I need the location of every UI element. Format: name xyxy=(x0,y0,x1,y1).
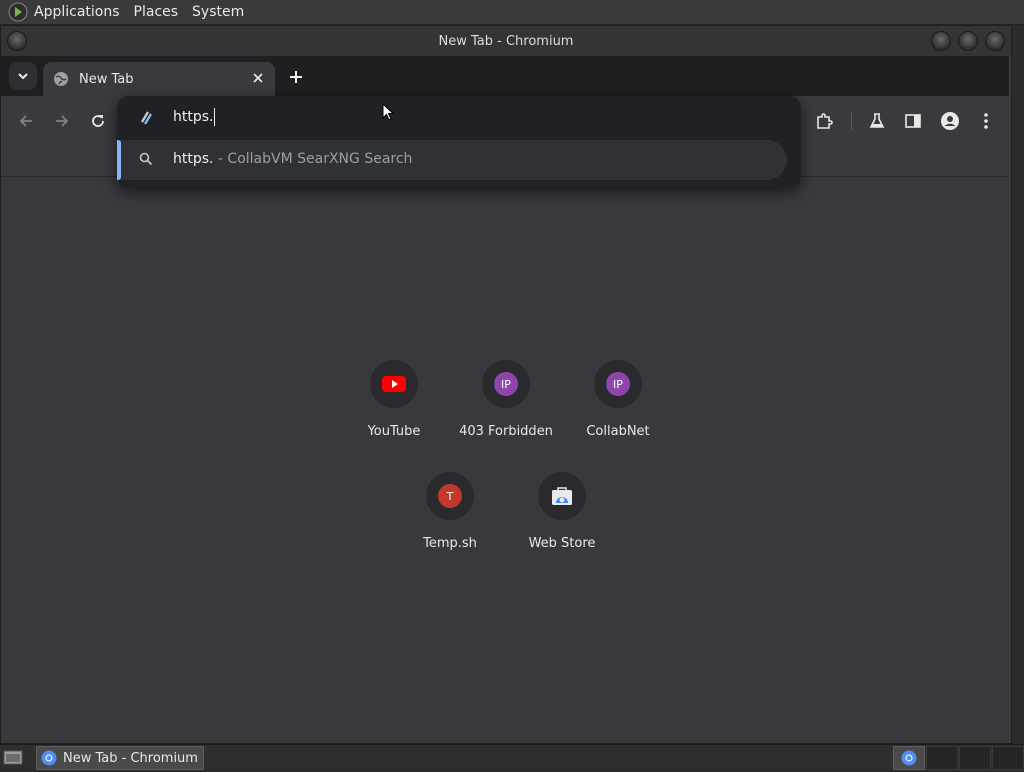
back-button[interactable] xyxy=(13,108,39,134)
shortcut-tile: IP xyxy=(594,360,642,408)
new-tab-button[interactable] xyxy=(285,66,307,88)
shortcut-label: CollabNet xyxy=(586,424,650,439)
tab-strip: New Tab xyxy=(1,56,1009,96)
tab-search-button[interactable] xyxy=(9,62,37,90)
suggestion-query: https. xyxy=(173,151,214,167)
taskbar-item-label: New Tab - Chromium xyxy=(63,750,198,766)
close-tab-button[interactable] xyxy=(249,69,267,87)
shortcut-web-store[interactable]: Web Store xyxy=(506,472,618,551)
shortcut-collabnet[interactable]: IP CollabNet xyxy=(562,360,674,439)
show-desktop-button[interactable] xyxy=(2,746,24,768)
flask-icon xyxy=(869,113,885,128)
chromium-icon xyxy=(901,750,917,766)
window-titlebar[interactable]: New Tab - Chromium xyxy=(1,26,1011,56)
reload-icon xyxy=(92,115,104,127)
globe-icon xyxy=(54,72,68,86)
shortcut-label: Web Store xyxy=(528,536,596,551)
more-vert-icon xyxy=(984,113,988,129)
youtube-icon xyxy=(382,376,406,392)
shortcut-label: 403 Forbidden xyxy=(459,424,553,439)
plus-icon xyxy=(290,71,302,83)
suggestion-text: https. - CollabVM SearXNG Search xyxy=(173,151,412,167)
chevron-down-icon xyxy=(18,73,28,80)
arrow-left-icon xyxy=(19,115,32,127)
account-icon xyxy=(941,112,959,130)
side-panel-icon xyxy=(905,114,921,128)
forward-button[interactable] xyxy=(49,108,75,134)
omnibox-popup: https. https. - CollabVM SearXNG Search xyxy=(117,96,801,188)
omnibox[interactable]: https. xyxy=(117,96,801,140)
close-icon xyxy=(253,73,263,83)
reload-button[interactable] xyxy=(85,108,111,134)
tab-new-tab[interactable]: New Tab xyxy=(43,62,275,96)
shortcut-403-forbidden[interactable]: IP 403 Forbidden xyxy=(450,360,562,439)
extensions-button[interactable] xyxy=(811,108,837,134)
menu-system[interactable]: System xyxy=(192,4,244,20)
shortcut-tile: T xyxy=(426,472,474,520)
close-window-button[interactable] xyxy=(985,31,1005,51)
profile-button[interactable] xyxy=(937,108,963,134)
maximize-button[interactable] xyxy=(958,31,978,51)
arrow-right-icon xyxy=(56,115,69,127)
shortcut-tile xyxy=(370,360,418,408)
taskbar-item-chromium[interactable]: New Tab - Chromium xyxy=(36,746,204,770)
mouse-cursor-icon xyxy=(382,103,394,121)
desktop-icon xyxy=(3,750,23,765)
letter-avatar: T xyxy=(438,484,462,508)
shortcut-label: Temp.sh xyxy=(423,536,477,551)
bottom-panel: New Tab - Chromium xyxy=(0,744,1024,770)
workspace-3[interactable] xyxy=(959,746,991,770)
searxng-icon xyxy=(140,111,153,125)
chromium-icon xyxy=(41,750,57,766)
toolbar-separator xyxy=(851,112,852,130)
new-tab-page: YouTube IP 403 Forbidden IP CollabNet T … xyxy=(1,177,1009,743)
window-menu-button[interactable] xyxy=(7,31,27,51)
selection-indicator xyxy=(117,140,121,180)
letter-avatar: IP xyxy=(494,372,518,396)
menu-applications[interactable]: Applications xyxy=(34,4,120,20)
menu-places[interactable]: Places xyxy=(134,4,179,20)
tab-label: New Tab xyxy=(79,71,134,87)
letter-avatar: IP xyxy=(606,372,630,396)
shortcut-tile: IP xyxy=(482,360,530,408)
menu-button[interactable] xyxy=(973,108,999,134)
shortcut-tile xyxy=(538,472,586,520)
puzzle-icon xyxy=(817,113,833,129)
search-icon xyxy=(139,152,153,166)
suggestion-source: - CollabVM SearXNG Search xyxy=(213,151,413,167)
workspace-2[interactable] xyxy=(926,746,958,770)
omnibox-input[interactable]: https. xyxy=(173,108,216,126)
side-panel-button[interactable] xyxy=(900,108,926,134)
gnome-foot-logo-icon[interactable] xyxy=(8,2,28,22)
window-title: New Tab - Chromium xyxy=(438,33,574,49)
minimize-button[interactable] xyxy=(931,31,951,51)
top-panel: Applications Places System xyxy=(0,0,1024,25)
labs-button[interactable] xyxy=(864,108,890,134)
workspace-switcher[interactable] xyxy=(893,746,925,770)
omnibox-suggestion[interactable]: https. - CollabVM SearXNG Search xyxy=(117,140,787,180)
shortcut-label: YouTube xyxy=(367,424,421,439)
shortcut-youtube[interactable]: YouTube xyxy=(338,360,450,439)
workspace-4[interactable] xyxy=(992,746,1024,770)
web-store-icon xyxy=(552,487,572,505)
shortcut-temp-sh[interactable]: T Temp.sh xyxy=(394,472,506,551)
